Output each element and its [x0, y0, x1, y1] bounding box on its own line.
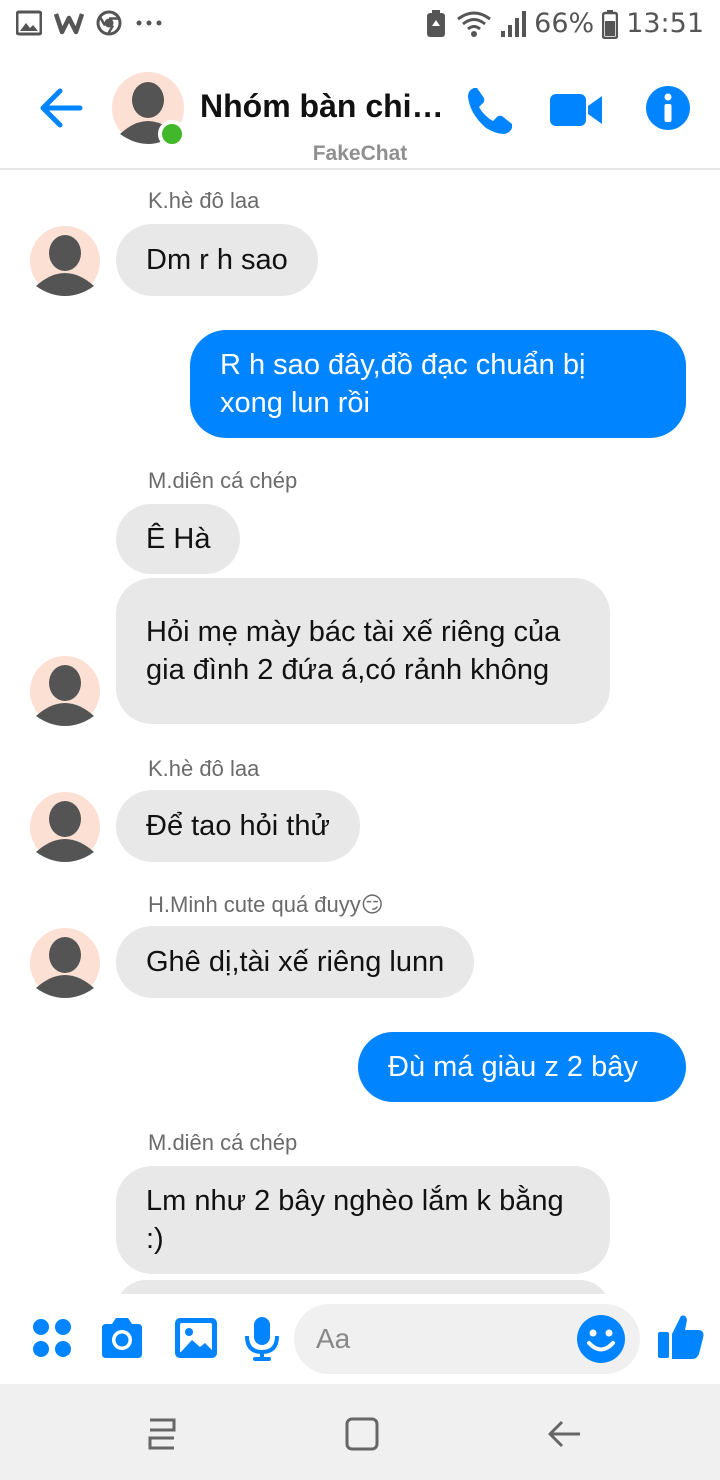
incoming-message[interactable]: Hỏi mẹ mày bác tài xế riêng của gia đình… [116, 578, 610, 724]
message-input[interactable] [316, 1304, 566, 1374]
recent-apps-icon[interactable] [142, 1414, 182, 1454]
back-arrow-icon[interactable] [36, 82, 88, 134]
battery-icon [602, 9, 619, 39]
outgoing-message[interactable]: R h sao đây,đồ đạc chuẩn bị xong lun rồi [190, 330, 686, 438]
participant-avatar[interactable] [30, 656, 100, 726]
video-call-icon[interactable] [548, 86, 604, 134]
battery-percent: 66% [534, 8, 595, 39]
sender-name: M.diên cá chép [148, 1130, 298, 1155]
message-composer [0, 1294, 720, 1384]
camera-icon[interactable] [98, 1314, 146, 1362]
thumbs-up-icon[interactable] [656, 1312, 706, 1362]
message-input-container[interactable] [294, 1304, 640, 1374]
sender-name: K.hè đô laa [148, 756, 260, 781]
incoming-message[interactable]: Ê Hà [116, 504, 241, 574]
more-apps-icon[interactable] [28, 1314, 76, 1362]
sender-name: K.hè đô laa [148, 188, 260, 213]
outgoing-message[interactable]: Đù má giàu z 2 bây [358, 1032, 686, 1102]
participant-avatar[interactable] [30, 928, 100, 998]
message-list[interactable]: K.hè đô laa Dm r h sao R h sao đây,đồ đạ… [0, 172, 720, 1294]
signal-icon [501, 10, 527, 37]
microphone-icon[interactable] [238, 1314, 286, 1362]
gallery-notification-icon [16, 10, 42, 36]
emoji-icon[interactable] [576, 1314, 626, 1364]
sender-name: M.diên cá chép [148, 468, 298, 493]
sender-name: H.Minh cute quá đuyy😏 [148, 892, 384, 917]
fakechat-watermark: FakeChat [312, 142, 408, 165]
system-navigation-bar [0, 1384, 720, 1480]
participant-avatar[interactable] [30, 792, 100, 862]
wifi-icon [457, 11, 492, 37]
incoming-message[interactable]: Để tao hỏi thử [116, 790, 360, 862]
status-bar: 66% 13:51 [0, 0, 720, 50]
gallery-icon[interactable] [172, 1314, 220, 1362]
phone-call-icon[interactable] [464, 84, 516, 136]
incoming-message[interactable]: Ghê dị,tài xế riêng lunn [116, 926, 475, 998]
online-status-dot [158, 120, 186, 148]
chat-title[interactable]: Nhóm bàn chiệ… [200, 88, 460, 125]
home-icon[interactable] [342, 1414, 382, 1454]
info-icon[interactable] [644, 84, 692, 132]
incoming-message-partial[interactable] [116, 1280, 610, 1294]
more-notifications-icon [136, 20, 162, 26]
incoming-message[interactable]: Lm như 2 bây nghèo lắm k bằng :) [116, 1166, 610, 1274]
clock: 13:51 [626, 8, 704, 39]
back-nav-icon[interactable] [544, 1414, 584, 1454]
incoming-message[interactable]: Dm r h sao [116, 224, 318, 296]
chat-header: Nhóm bàn chiệ… FakeChat [0, 50, 720, 170]
data-saver-icon [427, 9, 446, 37]
chrome-notification-icon [96, 10, 122, 36]
participant-avatar[interactable] [30, 226, 100, 296]
w-app-notification-icon [54, 13, 84, 35]
